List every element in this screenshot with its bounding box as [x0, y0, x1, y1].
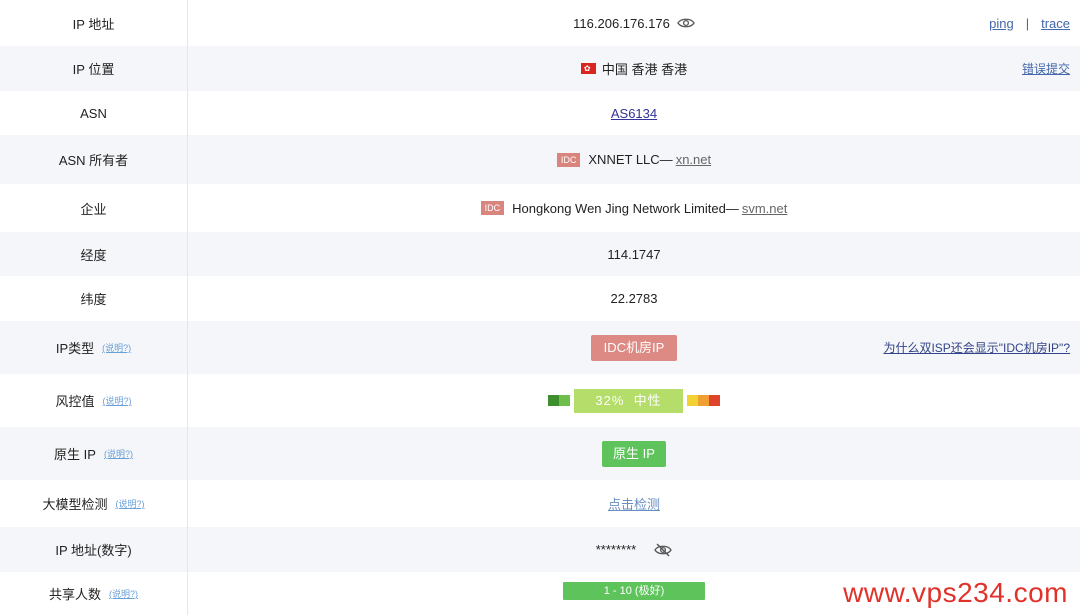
idc-tag: IDC	[480, 201, 505, 215]
site-watermark: www.vps234.com	[843, 577, 1068, 608]
row-asn-owner: ASN 所有者 IDC XNNET LLC— xn.net	[0, 135, 1080, 184]
label-ip-type-cell: IP类型 (说明?)	[0, 321, 188, 374]
ip-address-value: 116.206.176.176	[573, 15, 670, 31]
label-company: 企业	[0, 184, 188, 232]
risk-scale-high	[687, 395, 720, 406]
ip-type-help-link[interactable]: (说明?)	[102, 341, 131, 354]
asn-owner-name: XNNET LLC—	[588, 152, 673, 167]
eye-off-icon[interactable]	[654, 543, 672, 557]
row-ip-numeric: IP 地址(数字) ********	[0, 527, 1080, 572]
label-ip-type: IP类型	[55, 341, 95, 356]
row-longitude: 经度 114.1747	[0, 232, 1080, 276]
label-llm-cell: 大模型检测 (说明?)	[0, 480, 188, 527]
idc-tag: IDC	[556, 152, 581, 167]
label-latitude: 纬度	[0, 276, 188, 321]
label-longitude: 经度	[0, 232, 188, 276]
row-latitude: 纬度 22.2783	[0, 276, 1080, 321]
label-risk: 风控值	[55, 394, 95, 409]
risk-help-link[interactable]: (说明?)	[103, 394, 132, 407]
risk-score-bar: 32% 中性	[574, 388, 683, 413]
label-shared-cell: 共享人数 (说明?)	[0, 572, 188, 615]
company-name: Hongkong Wen Jing Network Limited—	[512, 200, 739, 216]
risk-scale-low	[548, 395, 570, 406]
risk-segment	[548, 395, 559, 406]
shared-help-link[interactable]: (说明?)	[109, 587, 138, 600]
row-risk-score: 风控值 (说明?) 32% 中性	[0, 374, 1080, 427]
llm-detect-link[interactable]: 点击检测	[608, 494, 660, 513]
label-asn-owner: ASN 所有者	[0, 135, 188, 184]
ping-link[interactable]: ping	[989, 16, 1014, 31]
label-ip-numeric: IP 地址(数字)	[0, 527, 188, 572]
label-native: 原生 IP	[54, 447, 96, 462]
native-help-link[interactable]: (说明?)	[104, 447, 133, 460]
risk-segment	[709, 395, 720, 406]
label-ip-address: IP 地址	[0, 0, 188, 46]
hong-kong-flag-icon	[580, 63, 596, 74]
label-asn: ASN	[0, 91, 188, 135]
dual-isp-question-link[interactable]: 为什么双ISP还会显示"IDC机房IP"?	[883, 339, 1070, 356]
risk-segment	[559, 395, 570, 406]
error-report-link[interactable]: 错误提交	[1022, 60, 1070, 77]
label-llm: 大模型检测	[42, 497, 108, 512]
row-llm-detect: 大模型检测 (说明?) 点击检测	[0, 480, 1080, 527]
row-company: 企业 IDC Hongkong Wen Jing Network Limited…	[0, 184, 1080, 232]
longitude-value: 114.1747	[607, 246, 661, 262]
eye-icon[interactable]	[677, 17, 695, 29]
ip-location-value: 中国 香港 香港	[601, 62, 688, 77]
asn-link[interactable]: AS6134	[611, 106, 657, 121]
risk-level: 中性	[633, 392, 662, 408]
row-asn: ASN AS6134	[0, 91, 1080, 135]
row-native-ip: 原生 IP (说明?) 原生 IP	[0, 427, 1080, 480]
native-ip-badge: 原生 IP	[602, 440, 666, 467]
row-ip-type: IP类型 (说明?) IDC机房IP 为什么双ISP还会显示"IDC机房IP"?	[0, 321, 1080, 374]
row-ip-address: IP 地址 116.206.176.176 ping | trace	[0, 0, 1080, 46]
risk-segment	[698, 395, 709, 406]
risk-score-value: 32%	[595, 392, 625, 408]
risk-segment	[687, 395, 698, 406]
trace-link[interactable]: trace	[1041, 16, 1070, 31]
company-domain-link[interactable]: svm.net	[742, 201, 788, 216]
ip-type-badge: IDC机房IP	[590, 334, 678, 361]
row-ip-location: IP 位置 中国 香港 香港 错误提交	[0, 46, 1080, 91]
llm-help-link[interactable]: (说明?)	[116, 497, 145, 510]
label-native-cell: 原生 IP (说明?)	[0, 427, 188, 480]
ip-numeric-masked: ********	[595, 542, 637, 557]
label-risk-cell: 风控值 (说明?)	[0, 374, 188, 427]
latitude-value: 22.2783	[610, 291, 658, 306]
shared-users-bar: 1 - 10 (极好)	[563, 582, 705, 600]
label-shared: 共享人数	[48, 587, 101, 602]
label-ip-location: IP 位置	[0, 46, 188, 91]
link-divider: |	[1025, 15, 1030, 31]
asn-owner-domain-link[interactable]: xn.net	[676, 152, 711, 167]
